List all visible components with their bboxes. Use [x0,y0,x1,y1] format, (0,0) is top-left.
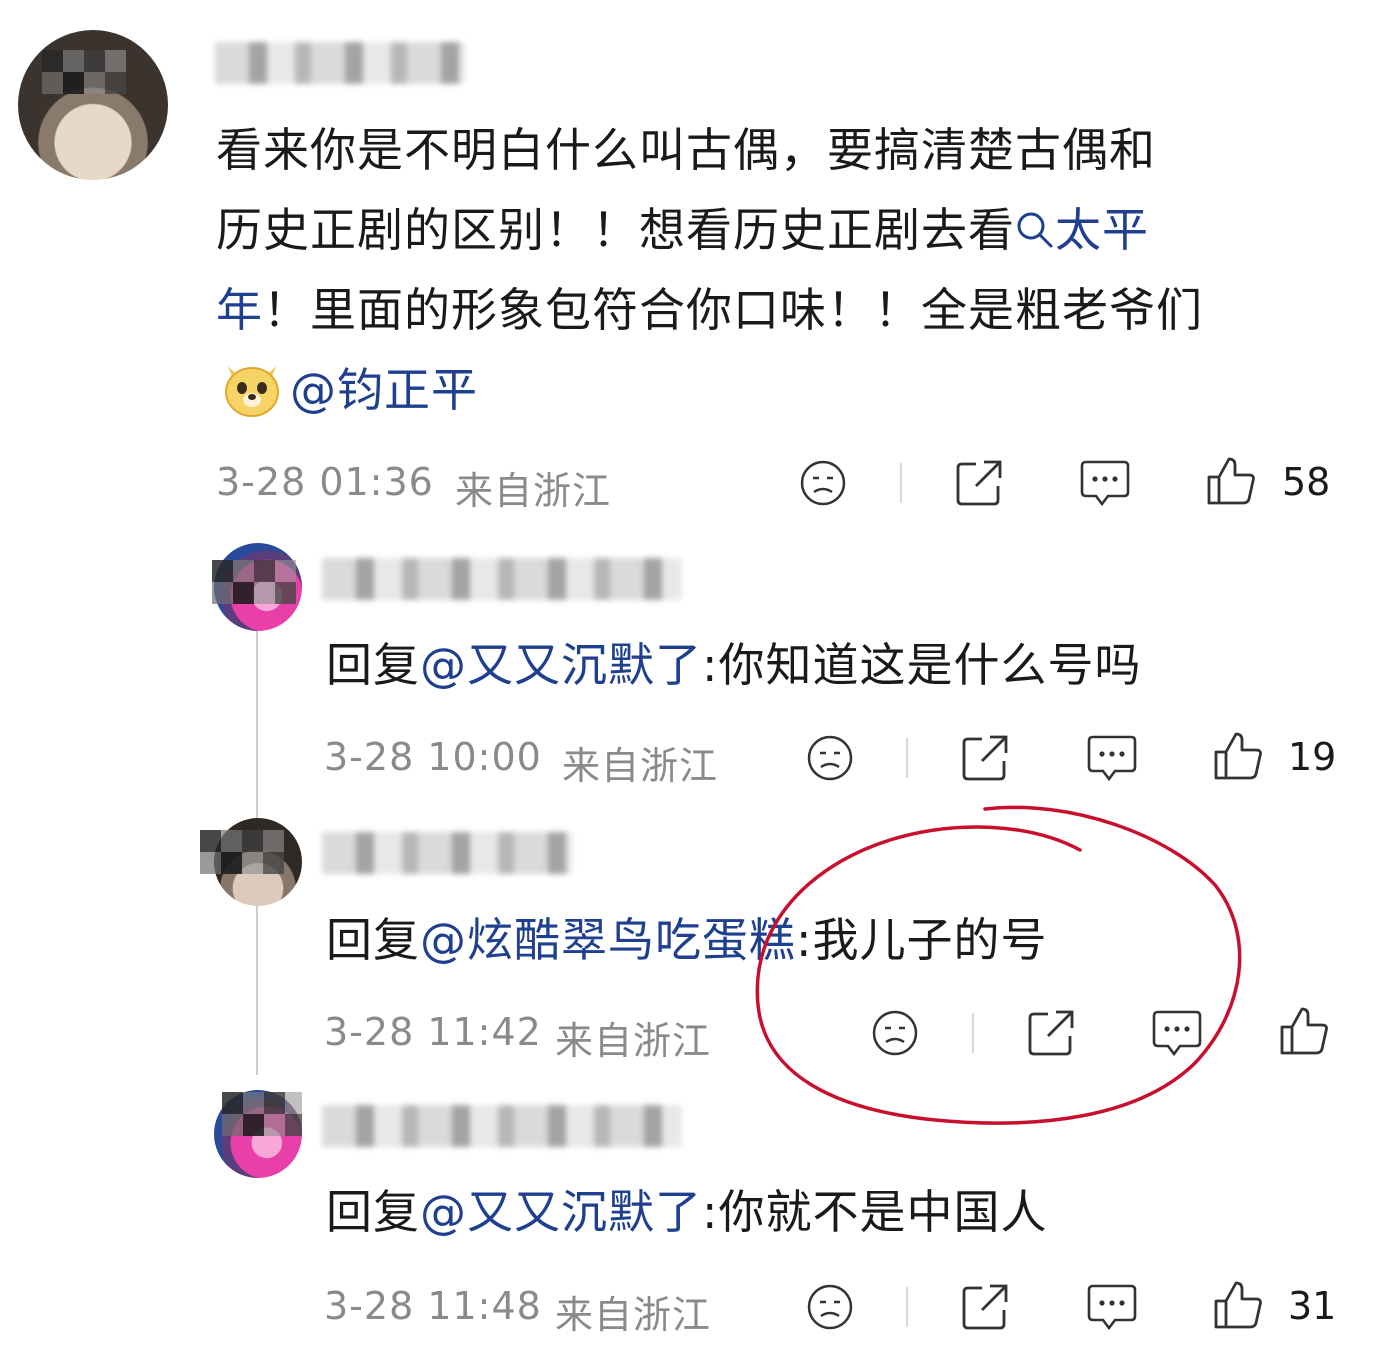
reply-body: 回复@又又沉默了:你知道这是什么号吗 [326,638,1142,692]
divider [972,1013,974,1053]
share-icon[interactable] [954,458,1004,508]
comment-icon[interactable] [1085,1282,1139,1332]
search-icon [1017,212,1053,248]
divider [906,738,908,778]
comment-time: 3-28 01:36 [216,460,434,504]
like-count: 19 [1288,735,1337,779]
username-blurred[interactable] [322,1105,682,1147]
avatar-mosaic [200,830,304,874]
mention-link[interactable]: @炫酷翠鸟吃蛋糕 [420,913,796,967]
like-icon[interactable] [1205,455,1257,507]
search-link[interactable]: 太平 [1015,203,1149,257]
like-count: 31 [1288,1284,1337,1328]
avatar-mosaic [222,1092,302,1136]
dislike-face-icon[interactable] [870,1008,920,1058]
reply-time: 3-28 10:00 [324,735,542,779]
username-blurred[interactable] [215,42,465,84]
username-blurred[interactable] [322,832,572,874]
comment-location: 来自浙江 [455,469,612,513]
mention-link[interactable]: @又又沉默了 [420,1185,702,1239]
avatar-mosaic [212,560,304,604]
reply-body: 回复@又又沉默了:你就不是中国人 [326,1185,1048,1239]
mention-link[interactable]: @又又沉默了 [420,638,702,692]
comment-body-line-1: 看来你是不明白什么叫古偶，要搞清楚古偶和 [216,123,1156,177]
like-icon[interactable] [1212,730,1264,782]
comment-icon[interactable] [1085,733,1139,783]
share-icon[interactable] [960,1282,1010,1332]
like-icon[interactable] [1278,1005,1330,1057]
comment-icon[interactable] [1078,458,1132,508]
dislike-face-icon[interactable] [805,733,855,783]
mention-link[interactable]: @钧正平 [290,363,478,417]
dislike-face-icon[interactable] [805,1282,855,1332]
username-blurred[interactable] [322,558,682,600]
doge-emoji-icon [225,366,279,417]
reply-time: 3-28 11:42 [324,1010,542,1054]
like-icon[interactable] [1212,1279,1264,1331]
reply-location: 来自浙江 [555,1293,712,1337]
share-icon[interactable] [1026,1008,1076,1058]
reply-location: 来自浙江 [562,744,719,788]
like-count: 58 [1282,460,1331,504]
reply-body: 回复@炫酷翠鸟吃蛋糕:我儿子的号 [326,913,1048,967]
comment-body-line-2: 历史正剧的区别！！想看历史正剧去看 太平 [216,203,1149,257]
comment-body-line-4: @钧正平 [220,350,478,430]
avatar-mosaic [42,50,152,94]
reply-time: 3-28 11:48 [324,1284,542,1328]
comment-body-line-3: 年！里面的形象包符合你口味！！全是粗老爷们 [216,283,1203,337]
share-icon[interactable] [960,733,1010,783]
dislike-face-icon[interactable] [798,458,848,508]
divider [900,463,902,503]
divider [906,1287,908,1327]
comment-icon[interactable] [1150,1008,1204,1058]
reply-location: 来自浙江 [555,1019,712,1063]
